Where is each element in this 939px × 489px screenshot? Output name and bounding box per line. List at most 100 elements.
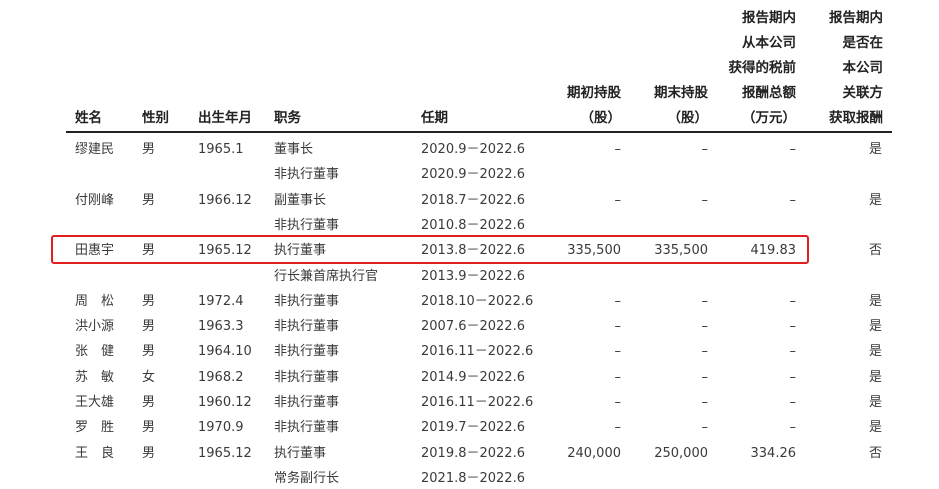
cell-term: 2020.9－2022.6 — [421, 167, 525, 183]
cell-related: 是 — [868, 344, 882, 360]
cell-related: 是 — [868, 395, 882, 410]
cell-birth: 1972.4 — [198, 293, 244, 309]
cell-term: 2013.9－2022.6 — [421, 268, 525, 284]
header-related-line1: 报告期内 — [829, 10, 883, 26]
cell-related: 是 — [868, 293, 882, 309]
cell-birth: 1960.12 — [198, 395, 252, 410]
header-shares-end-line1: 期末持股 — [654, 85, 708, 101]
cell-gender: 男 — [142, 319, 156, 335]
header-position: 职务 — [274, 110, 301, 126]
cell-related: 是 — [868, 420, 882, 436]
cell-gender: 男 — [142, 142, 156, 157]
cell-gender: 男 — [142, 420, 156, 436]
header-related-line4: 关联方 — [842, 85, 884, 101]
cell-position: 常务副行长 — [274, 470, 340, 486]
cell-birth: 1965.1 — [198, 142, 244, 157]
cell-position: 非执行董事 — [274, 293, 340, 309]
table-row: 罗 胜 男 1970.9 非执行董事 2019.7－2022.6 – – – 是 — [0, 418, 939, 438]
cell-remuneration: – — [789, 344, 797, 360]
cell-shares-end: 250,000 — [654, 445, 708, 461]
table-row: 非执行董事 2010.8－2022.6 — [0, 216, 939, 236]
cell-remuneration: – — [789, 319, 797, 335]
cell-position: 执行董事 — [274, 445, 327, 461]
cell-shares-begin: – — [614, 142, 622, 157]
cell-position: 行长兼首席执行官 — [274, 268, 379, 284]
cell-name: 王大雄 — [75, 395, 115, 410]
cell-term: 2016.11－2022.6 — [421, 395, 534, 410]
highlight-box — [51, 235, 809, 264]
cell-birth: 1966.12 — [198, 192, 252, 208]
cell-name: 付刚峰 — [75, 192, 115, 208]
header-related-line3: 本公司 — [842, 60, 884, 76]
header-name: 姓名 — [75, 110, 102, 126]
cell-name: 罗 胜 — [75, 420, 115, 436]
header-gender: 性别 — [142, 110, 169, 126]
cell-shares-begin: 240,000 — [567, 445, 621, 461]
cell-remuneration: – — [789, 192, 797, 208]
header-rule — [66, 131, 892, 133]
header-birth: 出生年月 — [198, 110, 252, 126]
cell-name: 张 健 — [75, 344, 115, 360]
cell-remuneration: – — [789, 369, 797, 385]
header-related-line5: 获取报酬 — [829, 110, 883, 126]
cell-term: 2014.9－2022.6 — [421, 369, 525, 385]
table-row: 行长兼首席执行官 2013.9－2022.6 — [0, 267, 939, 287]
cell-gender: 男 — [142, 344, 156, 360]
cell-gender: 男 — [142, 192, 156, 208]
header-remuneration-line4: 报酬总额 — [742, 85, 796, 101]
cell-birth: 1970.9 — [198, 420, 244, 436]
cell-shares-end: – — [701, 395, 709, 410]
table-row: 付刚峰 男 1966.12 副董事长 2018.7－2022.6 – – – 是 — [0, 191, 939, 211]
cell-shares-end: – — [701, 344, 709, 360]
table-row: 王 良 男 1965.12 执行董事 2019.8－2022.6 240,000 250,0… — [0, 444, 939, 464]
cell-shares-begin: – — [614, 369, 622, 385]
cell-position: 非执行董事 — [274, 420, 340, 436]
cell-term: 2018.7－2022.6 — [421, 192, 525, 208]
cell-position: 非执行董事 — [274, 344, 340, 360]
cell-remuneration: 334.26 — [750, 445, 797, 461]
cell-position: 非执行董事 — [274, 217, 340, 233]
table-row: 洪小源 男 1963.3 非执行董事 2007.6－2022.6 – – – 是 — [0, 317, 939, 337]
cell-birth: 1963.3 — [198, 319, 244, 335]
cell-shares-end: – — [701, 142, 709, 157]
cell-position: 董事长 — [274, 142, 314, 157]
header-remuneration-line3: 获得的税前 — [728, 60, 797, 76]
cell-shares-end: – — [701, 192, 709, 208]
cell-name: 周 松 — [75, 293, 115, 309]
cell-name: 苏 敏 — [75, 369, 115, 385]
header-term: 任期 — [421, 110, 448, 126]
cell-related: 是 — [868, 369, 882, 385]
table-row: 周 松 男 1972.4 非执行董事 2018.10－2022.6 – – – 是 — [0, 292, 939, 312]
cell-shares-end: – — [701, 369, 709, 385]
cell-term: 2018.10－2022.6 — [421, 293, 534, 309]
cell-position: 副董事长 — [274, 192, 327, 208]
cell-birth: 1965.12 — [198, 445, 252, 461]
header-remuneration-line2: 从本公司 — [742, 35, 796, 51]
header-remuneration-line1: 报告期内 — [742, 10, 796, 26]
table-row: 张 健 男 1964.10 非执行董事 2016.11－2022.6 – – – 是 — [0, 342, 939, 362]
cell-shares-begin: – — [614, 395, 622, 410]
table-row: 苏 敏 女 1968.2 非执行董事 2014.9－2022.6 – – – 是 — [0, 368, 939, 388]
cell-remuneration: – — [789, 142, 797, 157]
cell-term: 2019.7－2022.6 — [421, 420, 525, 436]
cell-term: 2020.9－2022.6 — [421, 142, 525, 157]
cell-term: 2019.8－2022.6 — [421, 445, 525, 461]
header-related-line2: 是否在 — [842, 35, 884, 51]
cell-name: 缪建民 — [75, 142, 115, 157]
cell-remuneration: – — [789, 293, 797, 309]
cell-related: 是 — [868, 192, 882, 208]
table-row: 非执行董事 2020.9－2022.6 — [0, 165, 939, 185]
cell-related: 是 — [868, 319, 882, 335]
cell-birth: 1964.10 — [198, 344, 252, 360]
cell-shares-begin: – — [614, 192, 622, 208]
cell-shares-end: – — [701, 420, 709, 436]
header-shares-end-line2: （股） — [667, 110, 709, 126]
cell-gender: 男 — [142, 395, 156, 410]
cell-shares-end: – — [701, 293, 709, 309]
cell-remuneration: – — [789, 420, 797, 436]
cell-position: 非执行董事 — [274, 167, 340, 183]
cell-related: 否 — [868, 243, 882, 259]
header-shares-begin-line2: （股） — [580, 110, 622, 126]
cell-term: 2010.8－2022.6 — [421, 217, 525, 233]
header-remuneration-line5: （万元） — [742, 110, 796, 126]
